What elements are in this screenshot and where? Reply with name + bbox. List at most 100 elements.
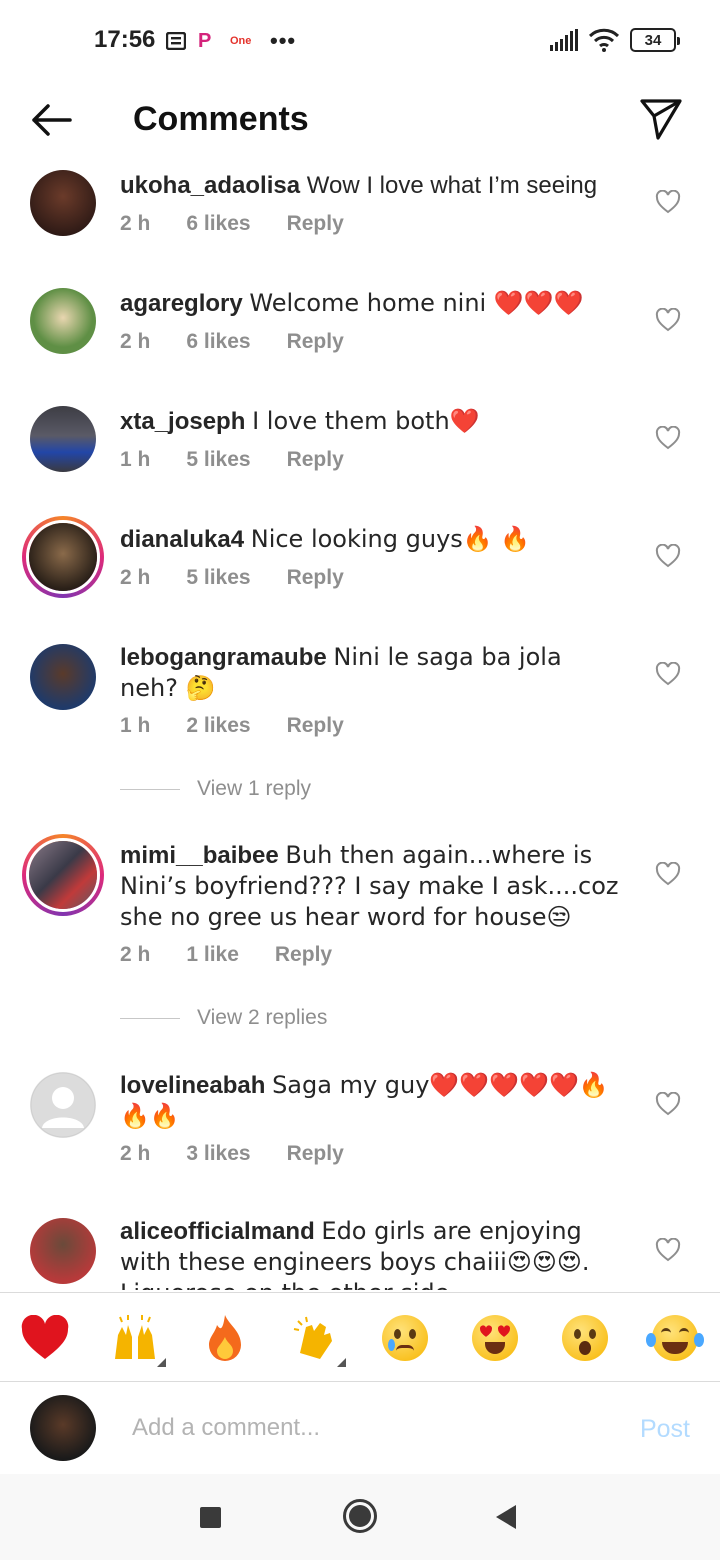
comment-time: 2 h [120, 1142, 151, 1165]
page-title: Comments [133, 100, 309, 138]
comment-text: aliceofficialmand Edo girls are enjoying… [120, 1216, 620, 1290]
reply-button[interactable]: Reply [287, 1142, 344, 1166]
heart-outline-icon [655, 861, 681, 886]
comment-username[interactable]: lovelineabah [120, 1072, 265, 1099]
status-right: 34 [550, 28, 680, 52]
comment-body: Nice looking guys🔥 🔥 [250, 525, 531, 553]
comment-text: xta_joseph I love them both❤️ [120, 406, 620, 437]
reply-button[interactable]: Reply [287, 714, 344, 738]
comment-text: mimi__baibee Buh then again...where is N… [120, 840, 620, 933]
fire-icon [209, 1315, 241, 1361]
system-back-button[interactable] [496, 1505, 516, 1529]
comment-username[interactable]: lebogangramaube [120, 644, 327, 671]
heart-outline-icon [655, 661, 681, 686]
replies-divider [120, 1017, 180, 1019]
quick-emoji-bar [0, 1292, 720, 1382]
post-button[interactable]: Post [640, 1415, 690, 1444]
emoji-heart-button[interactable] [18, 1313, 72, 1363]
comment-meta: 2 h 5 likes Reply [120, 566, 380, 590]
raising-hands-icon [115, 1315, 155, 1359]
heart-outline-icon [655, 1091, 681, 1116]
wifi-icon [588, 28, 620, 52]
heart-outline-icon [655, 543, 681, 568]
avatar[interactable] [30, 406, 96, 472]
comment-username[interactable]: aliceofficialmand [120, 1218, 315, 1245]
avatar-with-story[interactable] [22, 834, 104, 916]
share-button[interactable] [638, 96, 684, 142]
like-button[interactable] [655, 189, 681, 214]
p-app-notification-icon: P [198, 29, 212, 52]
clapping-hands-icon [293, 1316, 332, 1359]
avatar[interactable] [30, 170, 96, 236]
emoji-heart-eyes-button[interactable] [468, 1313, 522, 1363]
view-replies-button[interactable]: View 1 reply [120, 777, 311, 801]
signal-icon [550, 29, 578, 51]
comment-meta: 2 h 3 likes Reply [120, 1142, 380, 1166]
recent-apps-button[interactable] [200, 1507, 221, 1528]
current-user-avatar [30, 1395, 96, 1461]
comment-username[interactable]: agareglory [120, 290, 243, 317]
comment-username[interactable]: dianaluka4 [120, 526, 244, 553]
avatar-default[interactable] [30, 1072, 96, 1138]
emoji-surprised-face-button[interactable] [558, 1313, 612, 1363]
header: Comments [0, 84, 720, 156]
emoji-crying-face-button[interactable] [378, 1313, 432, 1363]
comment-username[interactable]: mimi__baibee [120, 842, 279, 869]
comment-likes[interactable]: 5 likes [186, 448, 250, 472]
replies-divider [120, 788, 180, 790]
home-button[interactable] [343, 1499, 377, 1533]
heart-eyes-face-icon [472, 1315, 518, 1361]
comment-likes[interactable]: 1 like [186, 943, 239, 967]
status-bar: 17:56 P One ••• 34 [0, 0, 720, 84]
comment-text: agareglory Welcome home nini ❤️❤️❤️ [120, 288, 620, 319]
avatar[interactable] [30, 644, 96, 710]
avatar[interactable] [30, 288, 96, 354]
comment-time: 2 h [120, 330, 151, 353]
comment-meta: 2 h 6 likes Reply [120, 212, 380, 236]
emoji-fire-button[interactable] [198, 1313, 252, 1363]
more-notifications-icon: ••• [270, 28, 297, 53]
comments-list[interactable]: ukoha_adaolisa Wow I love what I’m seein… [0, 160, 720, 1290]
like-button[interactable] [655, 861, 681, 886]
comment-time: 2 h [120, 212, 151, 235]
like-button[interactable] [655, 425, 681, 450]
like-button[interactable] [655, 661, 681, 686]
comment-username[interactable]: ukoha_adaolisa [120, 172, 300, 199]
avatar-with-story[interactable] [22, 516, 104, 598]
reply-button[interactable]: Reply [287, 566, 344, 590]
comment-text: dianaluka4 Nice looking guys🔥 🔥 [120, 524, 620, 555]
emoji-clapping-hands-button[interactable] [288, 1313, 346, 1367]
default-user-icon [30, 1072, 96, 1138]
view-replies-label: View 2 replies [197, 1006, 328, 1029]
like-button[interactable] [655, 1091, 681, 1116]
arrow-left-icon [32, 104, 72, 136]
red-heart-icon [21, 1315, 69, 1359]
comment-time: 2 h [120, 566, 151, 589]
reply-button[interactable]: Reply [287, 448, 344, 472]
emoji-tears-of-joy-button[interactable] [646, 1313, 704, 1363]
comment-likes[interactable]: 2 likes [186, 714, 250, 738]
back-button[interactable] [26, 100, 76, 140]
comment-likes[interactable]: 3 likes [186, 1142, 250, 1166]
comment-input[interactable] [132, 1407, 602, 1449]
comment-likes[interactable]: 6 likes [186, 212, 250, 236]
comment-text: lebogangramaube Nini le saga ba jola neh… [120, 642, 620, 704]
comment-time: 1 h [120, 714, 151, 737]
comment-body: I love them both❤️ [252, 407, 480, 435]
view-replies-button[interactable]: View 2 replies [120, 1006, 327, 1030]
battery-indicator: 34 [630, 28, 680, 52]
comment-text: ukoha_adaolisa Wow I love what I’m seein… [120, 170, 620, 201]
emoji-raising-hands-button[interactable] [108, 1313, 166, 1367]
like-button[interactable] [655, 543, 681, 568]
like-button[interactable] [655, 1237, 681, 1262]
reply-button[interactable]: Reply [287, 330, 344, 354]
comment-likes[interactable]: 6 likes [186, 330, 250, 354]
reply-button[interactable]: Reply [275, 943, 332, 967]
comment-time: 1 h [120, 448, 151, 471]
like-button[interactable] [655, 307, 681, 332]
comment-username[interactable]: xta_joseph [120, 408, 245, 435]
avatar[interactable] [30, 1218, 96, 1284]
comment-meta: 2 h 1 like Reply [120, 943, 368, 967]
comment-likes[interactable]: 5 likes [186, 566, 250, 590]
reply-button[interactable]: Reply [287, 212, 344, 236]
